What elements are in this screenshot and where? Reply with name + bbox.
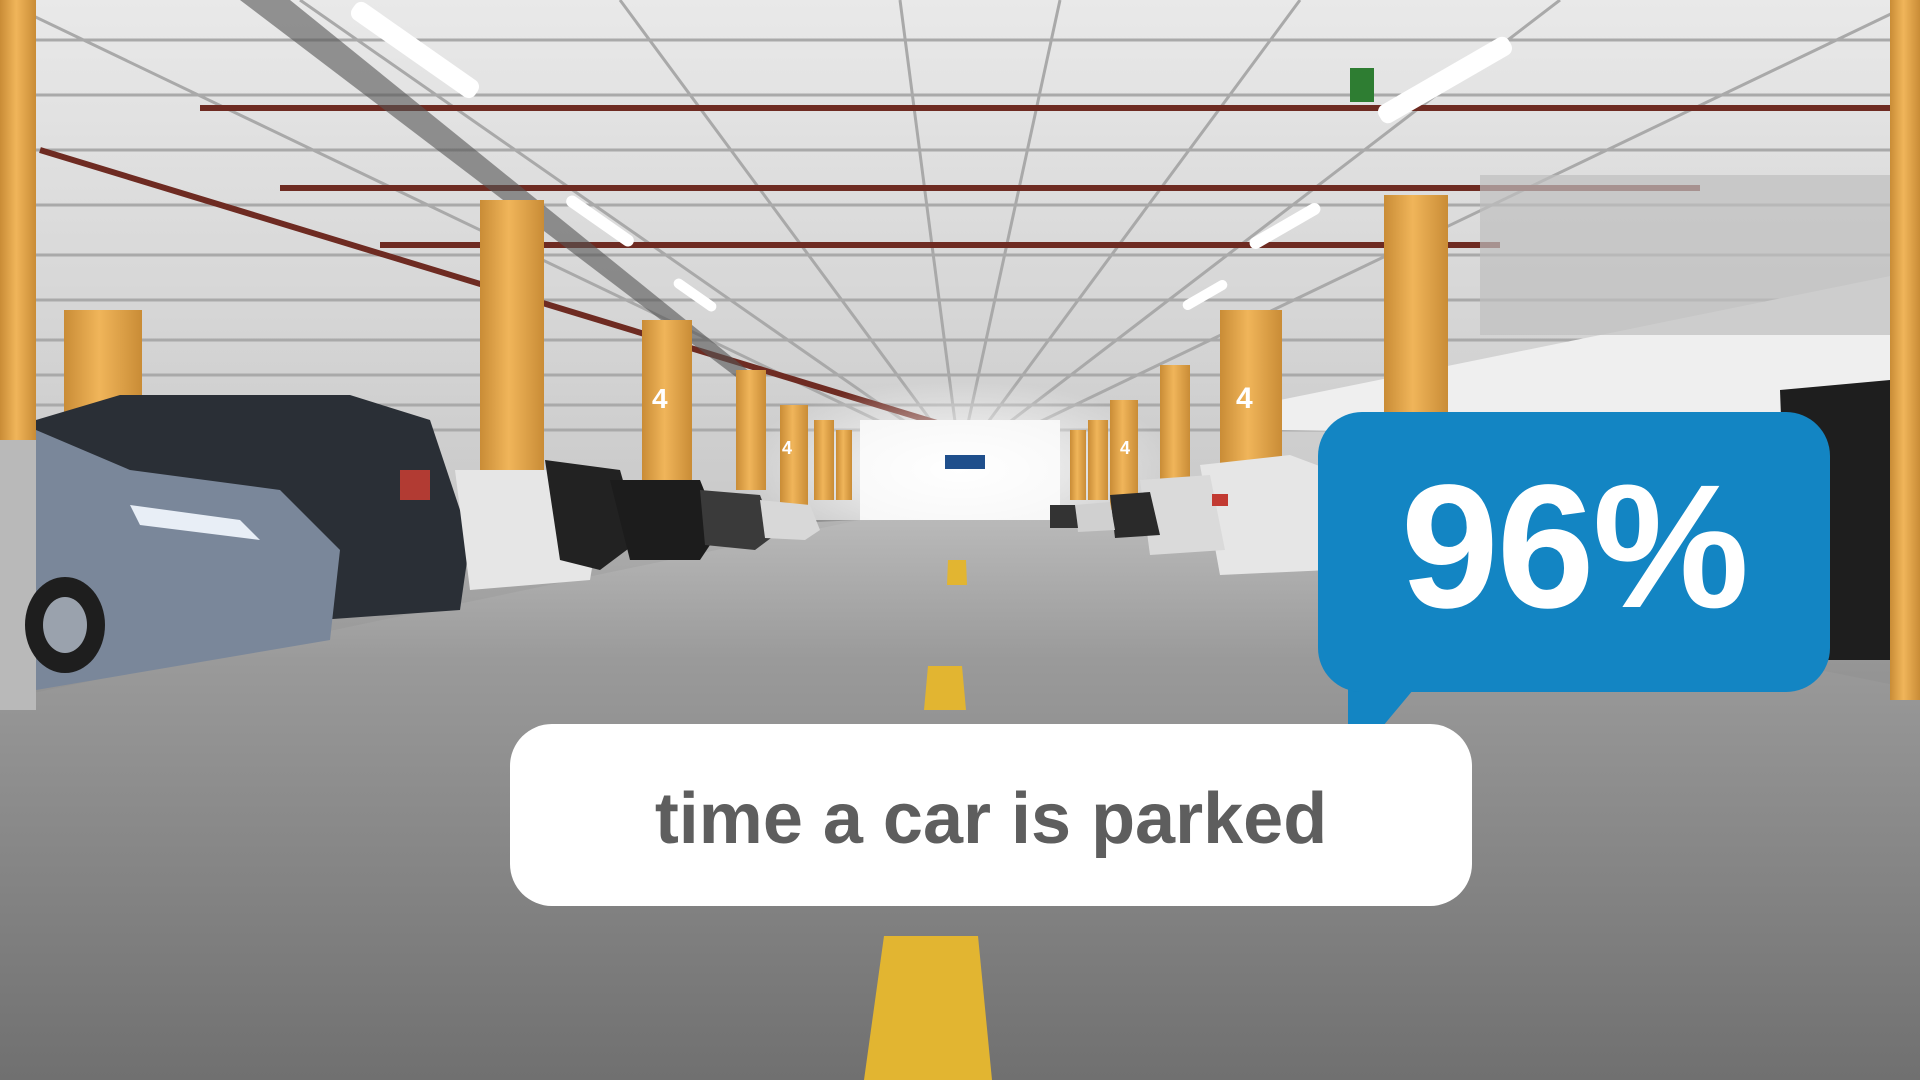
svg-text:4: 4: [1120, 438, 1130, 458]
stat-value: 96%: [1400, 449, 1749, 645]
svg-text:4: 4: [782, 438, 792, 458]
svg-text:4: 4: [652, 383, 668, 414]
svg-text:4: 4: [1236, 382, 1253, 415]
exit-sign: [1350, 68, 1374, 102]
stat-caption: time a car is parked: [654, 779, 1328, 859]
stat-callout: 96%: [1318, 412, 1830, 692]
caption-box: time a car is parked: [510, 724, 1472, 906]
